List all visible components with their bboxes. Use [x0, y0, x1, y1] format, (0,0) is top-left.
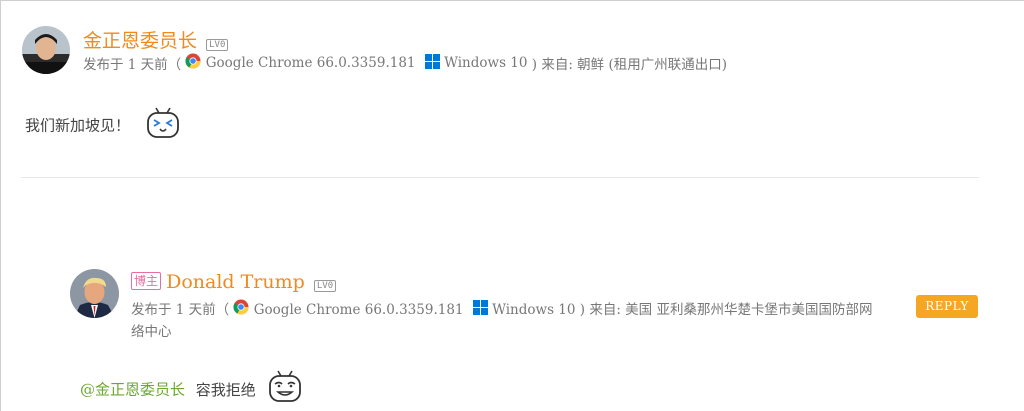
- blogger-badge: 博主: [131, 272, 162, 290]
- posted-time: 发布于 1 天前（: [131, 302, 230, 318]
- comment-text: 容我拒绝: [195, 380, 256, 399]
- comment-divider: [21, 177, 979, 178]
- comment-text: 我们新加坡见！: [25, 116, 131, 135]
- browser-name: Google Chrome 66.0.3359.181: [253, 302, 464, 318]
- avatar-kim[interactable]: [22, 26, 70, 74]
- reply-button[interactable]: REPLY: [916, 295, 978, 318]
- bilibili-tv-smug-icon: [267, 369, 303, 409]
- browser-name: Google Chrome 66.0.3359.181: [205, 55, 416, 71]
- level-badge: LV0: [313, 280, 337, 292]
- level-badge: LV0: [206, 39, 229, 51]
- chrome-icon: [233, 299, 249, 322]
- comment-author-name[interactable]: Donald Trump: [166, 271, 305, 293]
- windows-icon: [424, 53, 440, 73]
- chrome-icon: [185, 53, 201, 73]
- location-continued: 络中心: [131, 324, 172, 340]
- os-name: Windows 10: [492, 302, 576, 318]
- location: ) 来自: 朝鲜 (租用广州联通出口): [531, 57, 727, 73]
- posted-time: 发布于 1 天前（: [83, 57, 182, 73]
- bilibili-tv-grin-icon: [145, 105, 181, 145]
- os-name: Windows 10: [444, 55, 528, 71]
- location: ) 来自: 美国 亚利桑那州华楚卡堡市美国国防部网: [579, 302, 873, 318]
- avatar-trump[interactable]: [70, 269, 119, 318]
- mention-link[interactable]: @金正恩委员长: [80, 381, 185, 399]
- comment-meta: 发布于 1 天前（ Google Chrome 66.0.3359.181 Wi…: [83, 53, 727, 73]
- comment-author-name[interactable]: 金正恩委员长: [83, 30, 197, 52]
- comment-meta: 发布于 1 天前（ Google Chrome 66.0.3359.181 Wi…: [131, 299, 872, 343]
- windows-icon: [472, 299, 488, 322]
